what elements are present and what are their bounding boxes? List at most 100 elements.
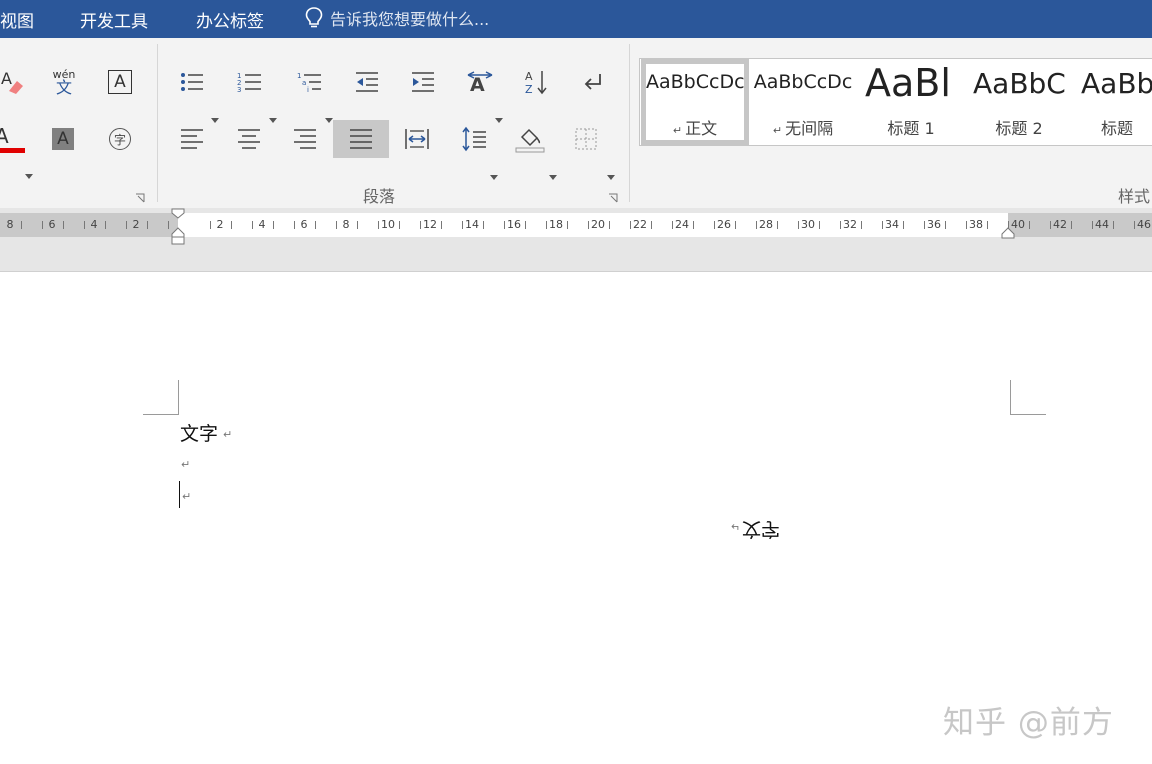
multilevel-list-button[interactable]: 1 a i [288,63,332,101]
ruler-tick [755,221,757,229]
crop-mark-top-left [178,380,179,415]
ruler-tick [398,221,400,229]
ruler-tick [1112,221,1114,229]
paragraph-group-label: 段落 [363,187,396,206]
ruler-tick-label: 2 [216,218,224,231]
bullets-button[interactable] [170,63,214,101]
style-heading-1[interactable]: AaBl 标题 1 [857,59,965,145]
ruler-tick [461,221,463,229]
font-color-swatch [0,148,25,153]
increase-indent-icon [412,72,434,92]
font-dialog-launcher[interactable] [135,188,145,203]
borders-dropdown-arrow[interactable] [607,175,615,180]
tell-me-placeholder: 告诉我您想要做什么... [330,10,490,29]
borders-button[interactable] [564,120,608,158]
style-title[interactable]: AaBb 标题 [1073,59,1152,145]
ruler-tick [83,221,85,229]
ruler-tick [860,221,862,229]
ruler-tick-label: 14 [465,218,479,231]
document-page[interactable] [0,273,1152,764]
ruler-tick [503,221,505,229]
svg-text:i: i [307,86,309,94]
style-sample: AaBb [1081,67,1152,100]
asian-layout-dropdown-arrow[interactable] [495,118,503,123]
ruler-tick [629,221,631,229]
style-normal[interactable]: AaBbCcDc ↵ 正文 [641,59,749,145]
ruler-tick [1070,221,1072,229]
ruler-tick-label: 12 [423,218,437,231]
ruler-tick-label: 4 [90,218,98,231]
ruler-tick-label: 44 [1095,218,1109,231]
style-no-spacing[interactable]: AaBbCcDc ↵ 无间隔 [749,59,857,145]
phonetic-guide-button[interactable]: wén 文 [42,63,86,101]
ruler-tick [986,221,988,229]
numbering-button[interactable]: 1 2 3 [228,63,272,101]
shading-button[interactable] [508,120,552,158]
ruler-tick-label: 22 [633,218,647,231]
ruler-tick-label: 34 [885,218,899,231]
ruler-tick [797,221,799,229]
crop-mark-top-left [143,414,179,415]
character-shading-button[interactable]: A [41,120,85,158]
font-color-button[interactable]: A [0,120,28,158]
paragraph-mark: ↵ [223,428,233,441]
sort-button[interactable]: A Z [515,63,559,101]
align-center-button[interactable] [227,120,271,158]
ruler-tick [1028,221,1030,229]
asian-layout-icon: A [467,71,493,95]
shading-dropdown-arrow[interactable] [549,175,557,180]
align-right-button[interactable] [283,120,327,158]
ruler-tick-label: 18 [549,218,563,231]
ruler-tick [965,221,967,229]
ruler-tick-label: 4 [258,218,266,231]
right-indent-marker[interactable] [1001,225,1016,241]
ruler-tick [1133,221,1135,229]
tab-developer[interactable]: 开发工具 [80,7,148,32]
group-separator [157,44,158,202]
distributed-button[interactable] [395,120,439,158]
ruler-tick-label: 38 [969,218,983,231]
decrease-indent-button[interactable] [345,63,389,101]
ruler-tick-label: 10 [381,218,395,231]
justify-icon [350,129,372,149]
style-name: ↵ 无间隔 [749,115,857,139]
line-spacing-dropdown-arrow[interactable] [490,175,498,180]
tab-view[interactable]: 视图 [0,7,34,32]
ruler-tick [650,221,652,229]
tab-office-tab[interactable]: 办公标签 [196,7,264,32]
style-sample: AaBbCcDc [753,71,853,93]
styles-group-label: 样式 [1118,187,1151,206]
borders-icon [575,128,597,150]
ruler-tick [440,221,442,229]
font-color-dropdown-arrow[interactable] [25,174,33,179]
tell-me-search[interactable]: 告诉我您想要做什么... [304,5,489,31]
ruler-tick [293,221,295,229]
justify-button[interactable] [333,120,389,158]
style-name-text: 无间隔 [785,119,834,138]
enclose-characters-button[interactable]: 字 [98,120,142,158]
ruler-tick [377,221,379,229]
document-line-1[interactable]: 文字 [180,419,218,446]
ruler-tick-label: 16 [507,218,521,231]
bullet-list-icon [181,73,203,91]
ruler-tick [881,221,883,229]
character-border-button[interactable]: A [98,63,142,101]
line-spacing-button[interactable] [452,120,496,158]
flipped-text[interactable]: 文字 [742,517,780,544]
enclose-char-icon: 字 [109,128,131,150]
ruler-tick [713,221,715,229]
crop-mark-top-right [1010,414,1046,415]
ruler-tick-label: 28 [759,218,773,231]
clear-formatting-button[interactable]: A [0,63,32,101]
style-heading-2[interactable]: AaBbC 标题 2 [965,59,1073,145]
paragraph-dialog-launcher[interactable] [608,188,618,203]
show-hide-marks-button[interactable] [571,63,615,101]
asian-layout-button[interactable]: A [458,63,502,101]
style-name: ↵ 正文 [646,115,744,139]
ruler-tick [104,221,106,229]
indent-markers[interactable] [171,208,186,246]
font-color-letter: A [0,124,9,148]
increase-indent-button[interactable] [401,63,445,101]
align-left-button[interactable] [170,120,214,158]
ruler-tick [230,221,232,229]
